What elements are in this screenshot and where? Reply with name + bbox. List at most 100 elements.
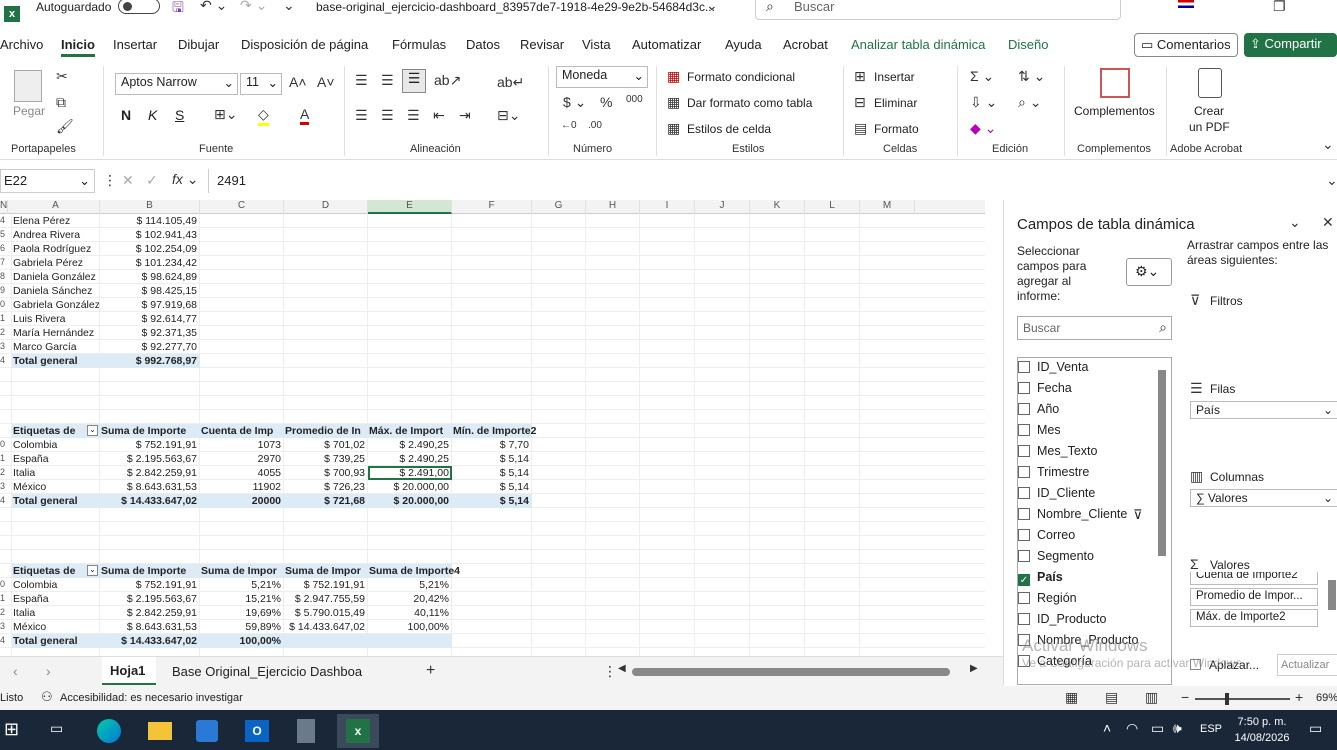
table1-total-value[interactable]: $ 992.768,97 — [101, 354, 199, 368]
customize-qat-icon[interactable]: ⌄ — [283, 0, 295, 14]
zoom-out-icon[interactable]: − — [1181, 689, 1189, 705]
table1-value[interactable]: $ 92.371,35 — [101, 326, 199, 340]
table1-name[interactable]: Daniela González — [13, 270, 99, 284]
row-number[interactable]: 4 — [0, 215, 6, 225]
table1-value[interactable]: $ 102.254,09 — [101, 242, 199, 256]
save-icon[interactable]: 🖫 — [172, 0, 184, 21]
align-center-icon[interactable]: ☰ — [381, 107, 394, 124]
row-number[interactable]: 9 — [0, 285, 6, 295]
file-explorer-icon[interactable] — [148, 722, 172, 740]
table2-header[interactable]: Promedio de In — [285, 424, 367, 438]
align-right-icon[interactable]: ☰ — [407, 107, 420, 124]
tab-formulas[interactable]: Fórmulas — [392, 37, 446, 52]
create-pdf-label-2[interactable]: un PDF — [1189, 120, 1230, 134]
row-number[interactable]: 4 — [0, 635, 6, 645]
thousands-icon[interactable]: 000 — [626, 94, 643, 105]
borders-icon[interactable]: ⊞⌄ — [214, 106, 237, 123]
field-regi-n[interactable]: Región — [1018, 591, 1077, 611]
paste-label[interactable]: Pegar — [13, 104, 45, 118]
sort-filter-icon[interactable]: ⇅ ⌄ — [1018, 68, 1045, 85]
tabs-splitter-icon[interactable]: ⋮ — [603, 663, 617, 680]
field-fecha[interactable]: Fecha — [1018, 381, 1072, 401]
redo-icon[interactable]: ↷ ⌄ — [240, 0, 267, 14]
table2-value[interactable]: $ 701,02 — [285, 438, 367, 452]
table2-country[interactable]: México — [13, 480, 99, 494]
table1-value[interactable]: $ 114.105,49 — [101, 214, 199, 228]
field-correo[interactable]: Correo — [1018, 528, 1075, 548]
table3-value[interactable]: $ 14.433.647,02 — [285, 620, 367, 634]
format-cells-button[interactable]: Formato — [874, 122, 919, 136]
field-checkbox[interactable] — [1018, 529, 1030, 541]
table1-name[interactable]: Andrea Rivera — [13, 228, 99, 242]
windows-start-icon[interactable]: ⊞ — [4, 719, 19, 740]
field-id-venta[interactable]: ID_Venta — [1018, 360, 1088, 380]
table1-name[interactable]: María Hernández — [13, 326, 99, 340]
table2-value[interactable]: $ 726,23 — [285, 480, 367, 494]
table1-name[interactable]: Elena Pérez — [13, 214, 99, 228]
tab-ayuda[interactable]: Ayuda — [725, 37, 762, 52]
values-scrollbar[interactable] — [1328, 580, 1336, 610]
table2-total[interactable]: $ 20.000,00 — [369, 494, 451, 508]
field-nombre-cliente[interactable]: Nombre_Cliente ⊽ — [1018, 507, 1143, 527]
conditional-format-button[interactable]: Formato condicional — [687, 70, 795, 84]
table2-value[interactable]: $ 5,14 — [453, 480, 531, 494]
table2-header[interactable]: Cuenta de Imp — [201, 424, 283, 438]
function-icon[interactable]: fx ⌄ — [172, 171, 199, 188]
italic-button[interactable]: K — [148, 107, 157, 123]
column-header-m[interactable]: M — [860, 200, 915, 214]
column-header-c[interactable]: C — [200, 200, 284, 214]
table2-value[interactable]: $ 5,14 — [453, 452, 531, 466]
table1-value[interactable]: $ 97.919,68 — [101, 298, 199, 312]
shrink-font-icon[interactable]: A˅ — [317, 74, 335, 90]
value-field-1[interactable]: Cuenta de Importe2 — [1190, 572, 1318, 585]
increase-decimal-icon[interactable]: ←0 — [561, 120, 577, 131]
clear-icon[interactable]: ◆ ⌄ — [970, 120, 996, 137]
volume-icon[interactable]: 🕪 — [1173, 720, 1182, 737]
percent-icon[interactable]: % — [600, 94, 612, 110]
columns-field-values[interactable]: ∑ Valores ⌄ — [1190, 489, 1337, 507]
table3-header[interactable]: Suma de Importe — [101, 564, 199, 578]
table3-value[interactable]: 5,21% — [369, 578, 451, 592]
wrap-text-icon[interactable]: ab↵ — [497, 74, 524, 91]
font-size-select[interactable]: 11 ⌄ — [240, 73, 282, 95]
table3-value[interactable]: 5,21% — [201, 578, 283, 592]
column-header-g[interactable]: G — [532, 200, 586, 214]
field-checkbox[interactable] — [1018, 592, 1030, 604]
tab-revisar[interactable]: Revisar — [520, 37, 564, 52]
format-painter-icon[interactable]: 🖌 — [56, 118, 74, 135]
table3-value[interactable]: 20,42% — [369, 592, 451, 606]
table3-value[interactable]: $ 752.191,91 — [101, 578, 199, 592]
page-break-icon[interactable]: ▥ — [1145, 689, 1158, 706]
field-checkbox[interactable] — [1018, 550, 1030, 562]
sheet-tab-hoja1[interactable]: Hoja1 — [102, 657, 156, 685]
table1-name[interactable]: Gabriela Pérez — [13, 256, 99, 270]
column-header-h[interactable]: H — [586, 200, 640, 214]
excel-taskbar-icon[interactable]: x — [337, 714, 379, 748]
calculator-icon[interactable] — [297, 719, 315, 743]
field-segmento[interactable]: Segmento — [1018, 549, 1094, 569]
table3-total[interactable]: Total general — [13, 634, 99, 648]
zoom-in-icon[interactable]: + — [1295, 689, 1303, 705]
row-number[interactable]: 3 — [0, 481, 6, 491]
table2-country[interactable]: España — [13, 452, 99, 466]
table1-value[interactable]: $ 102.941,43 — [101, 228, 199, 242]
decrease-decimal-icon[interactable]: .00 — [588, 120, 602, 131]
field-id-cliente[interactable]: ID_Cliente — [1018, 486, 1095, 506]
filename-chevron-icon[interactable]: ⌄ — [706, 0, 718, 14]
table3-value[interactable]: $ 752.191,91 — [285, 578, 367, 592]
enter-icon[interactable]: ✓ — [146, 172, 158, 189]
row-number[interactable]: 6 — [0, 243, 6, 253]
row-number[interactable]: 3 — [0, 341, 6, 351]
table2-value[interactable]: $ 20.000,00 — [369, 480, 451, 494]
name-box[interactable]: E22 ⌄ — [0, 169, 95, 193]
tab-dibujar[interactable]: Dibujar — [178, 37, 219, 52]
table3-header[interactable]: Suma de Importe4 — [369, 564, 460, 578]
store-icon[interactable] — [196, 720, 218, 742]
table2-value[interactable]: $ 700,93 — [285, 466, 367, 480]
table2-header[interactable]: Mín. de Importe2 — [453, 424, 536, 438]
table1-name[interactable]: Marco García — [13, 340, 99, 354]
tab-insertar[interactable]: Insertar — [113, 37, 157, 52]
table3-country[interactable]: Italia — [13, 606, 99, 620]
column-header-e[interactable]: E — [368, 200, 452, 214]
fill-color-icon[interactable]: ◇ — [258, 106, 269, 126]
